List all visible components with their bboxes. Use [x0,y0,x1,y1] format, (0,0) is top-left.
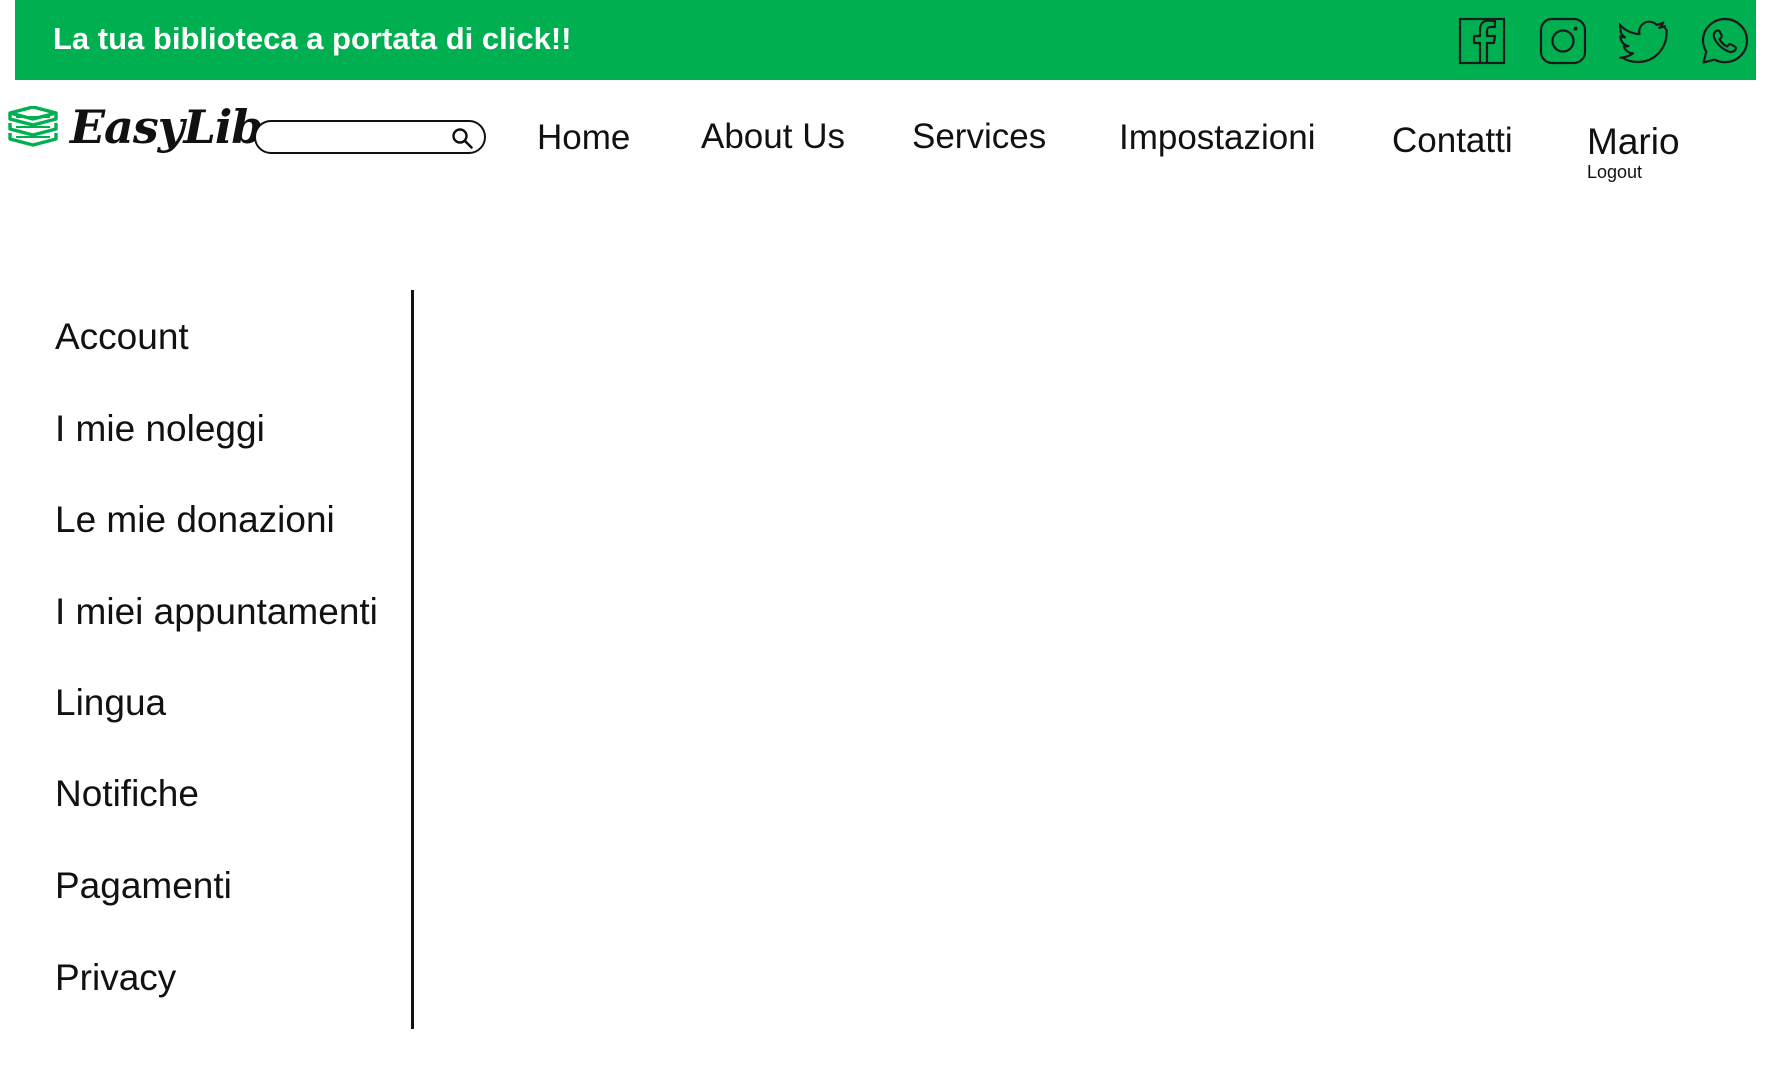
logo[interactable]: EasyLib [6,100,263,175]
sidebar-item-lingua[interactable]: Lingua [55,682,166,724]
top-banner: La tua biblioteca a portata di click!! [15,0,1756,80]
sidebar-item-appuntamenti[interactable]: I miei appuntamenti [55,591,378,633]
twitter-icon[interactable] [1619,16,1669,66]
whatsapp-icon[interactable] [1700,16,1750,66]
instagram-icon[interactable] [1538,16,1588,66]
nav-services[interactable]: Services [912,117,1046,157]
sidebar-item-privacy[interactable]: Privacy [55,957,176,999]
logo-text: EasyLib [70,100,263,154]
sidebar-divider [411,290,414,1029]
sidebar-item-noleggi[interactable]: I mie noleggi [55,408,265,450]
sidebar-item-account[interactable]: Account [55,316,189,358]
search-input[interactable] [268,126,438,148]
nav-impostazioni[interactable]: Impostazioni [1119,118,1315,158]
settings-sidebar: Account I mie noleggi Le mie donazioni I… [0,290,410,1030]
nav-contatti[interactable]: Contatti [1392,121,1513,161]
books-icon [8,106,58,147]
sidebar-item-pagamenti[interactable]: Pagamenti [55,865,232,907]
settings-content [420,290,1750,1030]
facebook-icon[interactable] [1457,16,1507,66]
search-box[interactable] [254,120,486,154]
search-icon[interactable] [450,126,474,150]
sidebar-item-notifiche[interactable]: Notifiche [55,773,199,815]
user-name: Mario [1587,121,1680,162]
nav-home[interactable]: Home [537,118,630,158]
nav-about-us[interactable]: About Us [701,117,845,157]
sidebar-item-donazioni[interactable]: Le mie donazioni [55,499,335,541]
tagline: La tua biblioteca a portata di click!! [53,21,572,56]
logout-link[interactable]: Logout [1587,162,1642,183]
